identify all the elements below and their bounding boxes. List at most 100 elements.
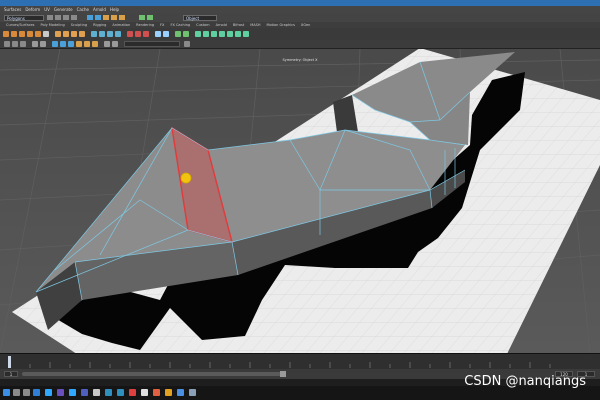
cone-icon[interactable] [27,31,33,37]
snap-point-icon[interactable] [119,15,125,20]
explorer-icon[interactable] [93,389,100,396]
shelf-tab[interactable]: Sculpting [71,23,87,27]
wireframe-on-shaded-icon[interactable] [68,41,74,47]
shelf-tab[interactable]: XGen [301,23,310,27]
shelf-tab[interactable]: FX [160,23,164,27]
combine-icon[interactable] [55,31,61,37]
range-track[interactable] [22,372,284,376]
menu-help[interactable]: Help [110,7,119,12]
premiere-icon[interactable] [57,389,64,396]
planar-map-icon[interactable] [163,31,169,37]
lights-icon[interactable] [84,41,90,47]
shelf-tab[interactable]: Poly Modeling [41,23,65,27]
history-icon[interactable] [235,31,241,37]
range-start-field[interactable]: 1 [4,371,18,377]
scene-canvas[interactable] [0,49,600,353]
shelf-tab[interactable]: Motion Graphics [266,23,294,27]
browser-icon[interactable] [33,389,40,396]
multi-cut-icon[interactable] [127,31,133,37]
target-dropdown[interactable]: Object [183,14,217,21]
shelf-tab[interactable]: Animation [112,23,130,27]
snap-grid-icon[interactable] [103,15,109,20]
app-icon[interactable] [117,389,124,396]
start-menu-icon[interactable] [3,389,10,396]
torus-icon[interactable] [43,31,49,37]
search-icon[interactable] [13,389,20,396]
boolean-icon[interactable] [79,31,85,37]
plane-icon[interactable] [35,31,41,37]
time-slider[interactable] [0,353,600,370]
bevel-icon[interactable] [107,31,113,37]
retopo-icon[interactable] [211,31,217,37]
crease-icon[interactable] [227,31,233,37]
photoshop-icon[interactable] [45,389,52,396]
shelf-tab[interactable]: Rigging [93,23,106,27]
range-handle[interactable] [280,371,286,377]
bridge-icon[interactable] [99,31,105,37]
separate-icon[interactable] [63,31,69,37]
insert-loop-icon[interactable] [143,31,149,37]
cylinder-icon[interactable] [19,31,25,37]
quad-draw-icon[interactable] [219,31,225,37]
camera-field[interactable] [124,41,180,47]
shelf-tab[interactable]: Bifrost [233,23,244,27]
workspace-dropdown[interactable]: Polygons [4,14,44,21]
menu-arnold[interactable]: Arnold [93,7,106,12]
extrude-icon[interactable] [91,31,97,37]
bookmark-icon[interactable] [12,41,18,47]
save-icon[interactable] [55,15,61,20]
shelf-tab[interactable]: MASH [250,23,260,27]
shelf-tab[interactable]: FX Caching [170,23,190,27]
undo-icon[interactable] [63,15,69,20]
shelf-tab[interactable]: Curves/Surfaces [6,23,35,27]
paint-icon[interactable] [183,31,189,37]
textured-icon[interactable] [76,41,82,47]
menu-generate[interactable]: Generate [54,7,73,12]
snap-curve-icon[interactable] [111,15,117,20]
grid-icon[interactable] [32,41,38,47]
app-icon-3[interactable] [165,389,172,396]
material-icon[interactable] [175,31,181,37]
media-icon[interactable] [129,389,136,396]
menu-cache[interactable]: Cache [77,7,89,12]
smooth-icon[interactable] [71,31,77,37]
cube-icon[interactable] [11,31,17,37]
task-view-icon[interactable] [23,389,30,396]
lightroom-icon[interactable] [69,389,76,396]
maya-taskbar-icon[interactable] [105,389,112,396]
isolate-icon[interactable] [112,41,118,47]
uv-editor-icon[interactable] [155,31,161,37]
xray-icon[interactable] [104,41,110,47]
camera-icon[interactable] [4,41,10,47]
app-icon-5[interactable] [189,389,196,396]
current-frame-marker[interactable] [8,356,11,368]
freeze-icon[interactable] [243,31,249,37]
app-icon-4[interactable] [177,389,184,396]
shelf-tab[interactable]: Arnold [216,23,227,27]
shelf-tab[interactable]: Custom [196,23,209,27]
menu-surfaces[interactable]: Surfaces [4,7,21,12]
edge-loop-icon[interactable] [135,31,141,37]
shadows-icon[interactable] [92,41,98,47]
smooth-shade-icon[interactable] [60,41,66,47]
chrome-icon[interactable] [141,389,148,396]
wireframe-icon[interactable] [52,41,58,47]
shelf-tab[interactable]: Rendering [136,23,154,27]
menu-deform[interactable]: Deform [25,7,40,12]
sphere-icon[interactable] [3,31,9,37]
panel-layout-icon[interactable] [184,41,190,47]
perspective-viewport[interactable] [0,49,600,353]
symmetry-icon[interactable] [203,31,209,37]
mirror-icon[interactable] [195,31,201,37]
merge-icon[interactable] [115,31,121,37]
select-mode-icon[interactable] [87,15,93,20]
redo-icon[interactable] [71,15,77,20]
ipr-render-icon[interactable] [147,15,153,20]
menu-uv[interactable]: UV [44,7,50,12]
aftereffects-icon[interactable] [81,389,88,396]
app-icon-2[interactable] [153,389,160,396]
image-plane-icon[interactable] [20,41,26,47]
component-mode-icon[interactable] [95,15,101,20]
film-gate-icon[interactable] [40,41,46,47]
render-icon[interactable] [139,15,145,20]
